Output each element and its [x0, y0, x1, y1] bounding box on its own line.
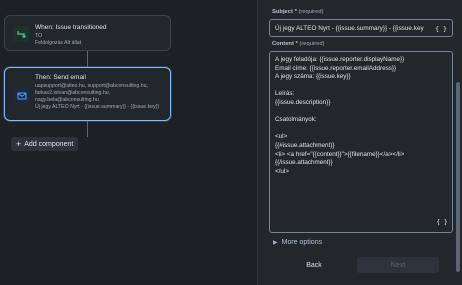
content-textarea[interactable]: A jegy feladója: {{issue.reporter.displa…	[269, 51, 453, 233]
content-line: {{/issue.attachment}}	[275, 159, 333, 167]
action-recipients-3: nagy.bela@abconsulting.hu	[35, 97, 99, 103]
action-recipients-1: uapsupport@alteo.hu, support@abconsultin…	[35, 83, 148, 89]
content-line: <li> <a href="{{content}}">{{filename}}<…	[275, 150, 405, 158]
content-required-note: (required)	[299, 41, 325, 47]
content-line	[275, 125, 447, 134]
more-options-toggle[interactable]: ▶ More options	[273, 239, 322, 246]
send-email-card[interactable]: Then: Send email uapsupport@alteo.hu, su…	[4, 67, 171, 121]
chevron-right-icon: ▶	[273, 240, 278, 246]
next-button: Next	[357, 257, 439, 273]
action-title: Then: Send email	[35, 74, 86, 81]
subject-required-mark: *	[294, 9, 297, 15]
smart-value-button[interactable]: { }	[435, 217, 449, 228]
smart-value-button[interactable]: { }	[433, 22, 449, 35]
subject-required-note: (required)	[298, 9, 324, 15]
action-subject-preview: Új jegy ALTEO Nyrt - {{issue.summary}} -…	[35, 104, 160, 110]
plus-icon: +	[16, 138, 22, 149]
content-line	[275, 82, 447, 91]
content-label-text: Content	[272, 41, 294, 47]
subject-value: Új jegy ALTEO Nyrt - {{issue.summary}} -…	[275, 24, 424, 32]
content-line: Email címe: {{issue.reporter.emailAddres…	[275, 64, 397, 72]
content-line: A jegy feladója: {{issue.reporter.displa…	[275, 56, 405, 63]
connector-line	[87, 51, 88, 67]
back-button[interactable]: Back	[272, 257, 356, 273]
content-line: {{#issue.attachment}}	[275, 141, 335, 149]
trigger-card[interactable]: When: Issue transitioned TO Feldolgozás …	[4, 15, 171, 51]
action-recipients-2: farkas2.istvan@abconsulting.hu,	[35, 90, 111, 96]
trigger-status: Feldolgozás Alt állat	[35, 40, 82, 46]
content-line: {{issue.description}}	[275, 98, 331, 106]
trigger-to-label: TO	[35, 33, 43, 39]
mail-icon	[14, 88, 30, 104]
more-options-label: More options	[281, 239, 323, 246]
transition-icon	[13, 26, 29, 42]
content-line: Leírás:	[275, 90, 295, 98]
automation-canvas: When: Issue transitioned TO Feldolgozás …	[0, 0, 252, 285]
connector-line	[87, 121, 88, 137]
scrollbar[interactable]	[456, 0, 460, 285]
content-line: <ul>	[275, 133, 288, 141]
scrollbar-thumb[interactable]	[456, 82, 460, 272]
add-component-button[interactable]: + Add component	[11, 137, 79, 151]
content-line: A jegy száma: {{issue.key}}	[275, 73, 351, 81]
content-line: Csatolmányok:	[275, 116, 317, 124]
content-label: Content * (required)	[272, 41, 325, 47]
content-line: </ul>	[275, 167, 290, 175]
trigger-title: When: Issue transitioned	[35, 24, 107, 31]
content-line	[275, 108, 447, 117]
subject-input[interactable]: Új jegy ALTEO Nyrt - {{issue.summary}} -…	[269, 19, 453, 37]
subject-label-text: Subject	[272, 9, 293, 15]
component-config-panel: Subject * (required) Új jegy ALTEO Nyrt …	[257, 0, 462, 285]
content-required-mark: *	[295, 41, 298, 47]
add-component-label: Add component	[24, 140, 74, 148]
subject-label: Subject * (required)	[272, 9, 324, 15]
